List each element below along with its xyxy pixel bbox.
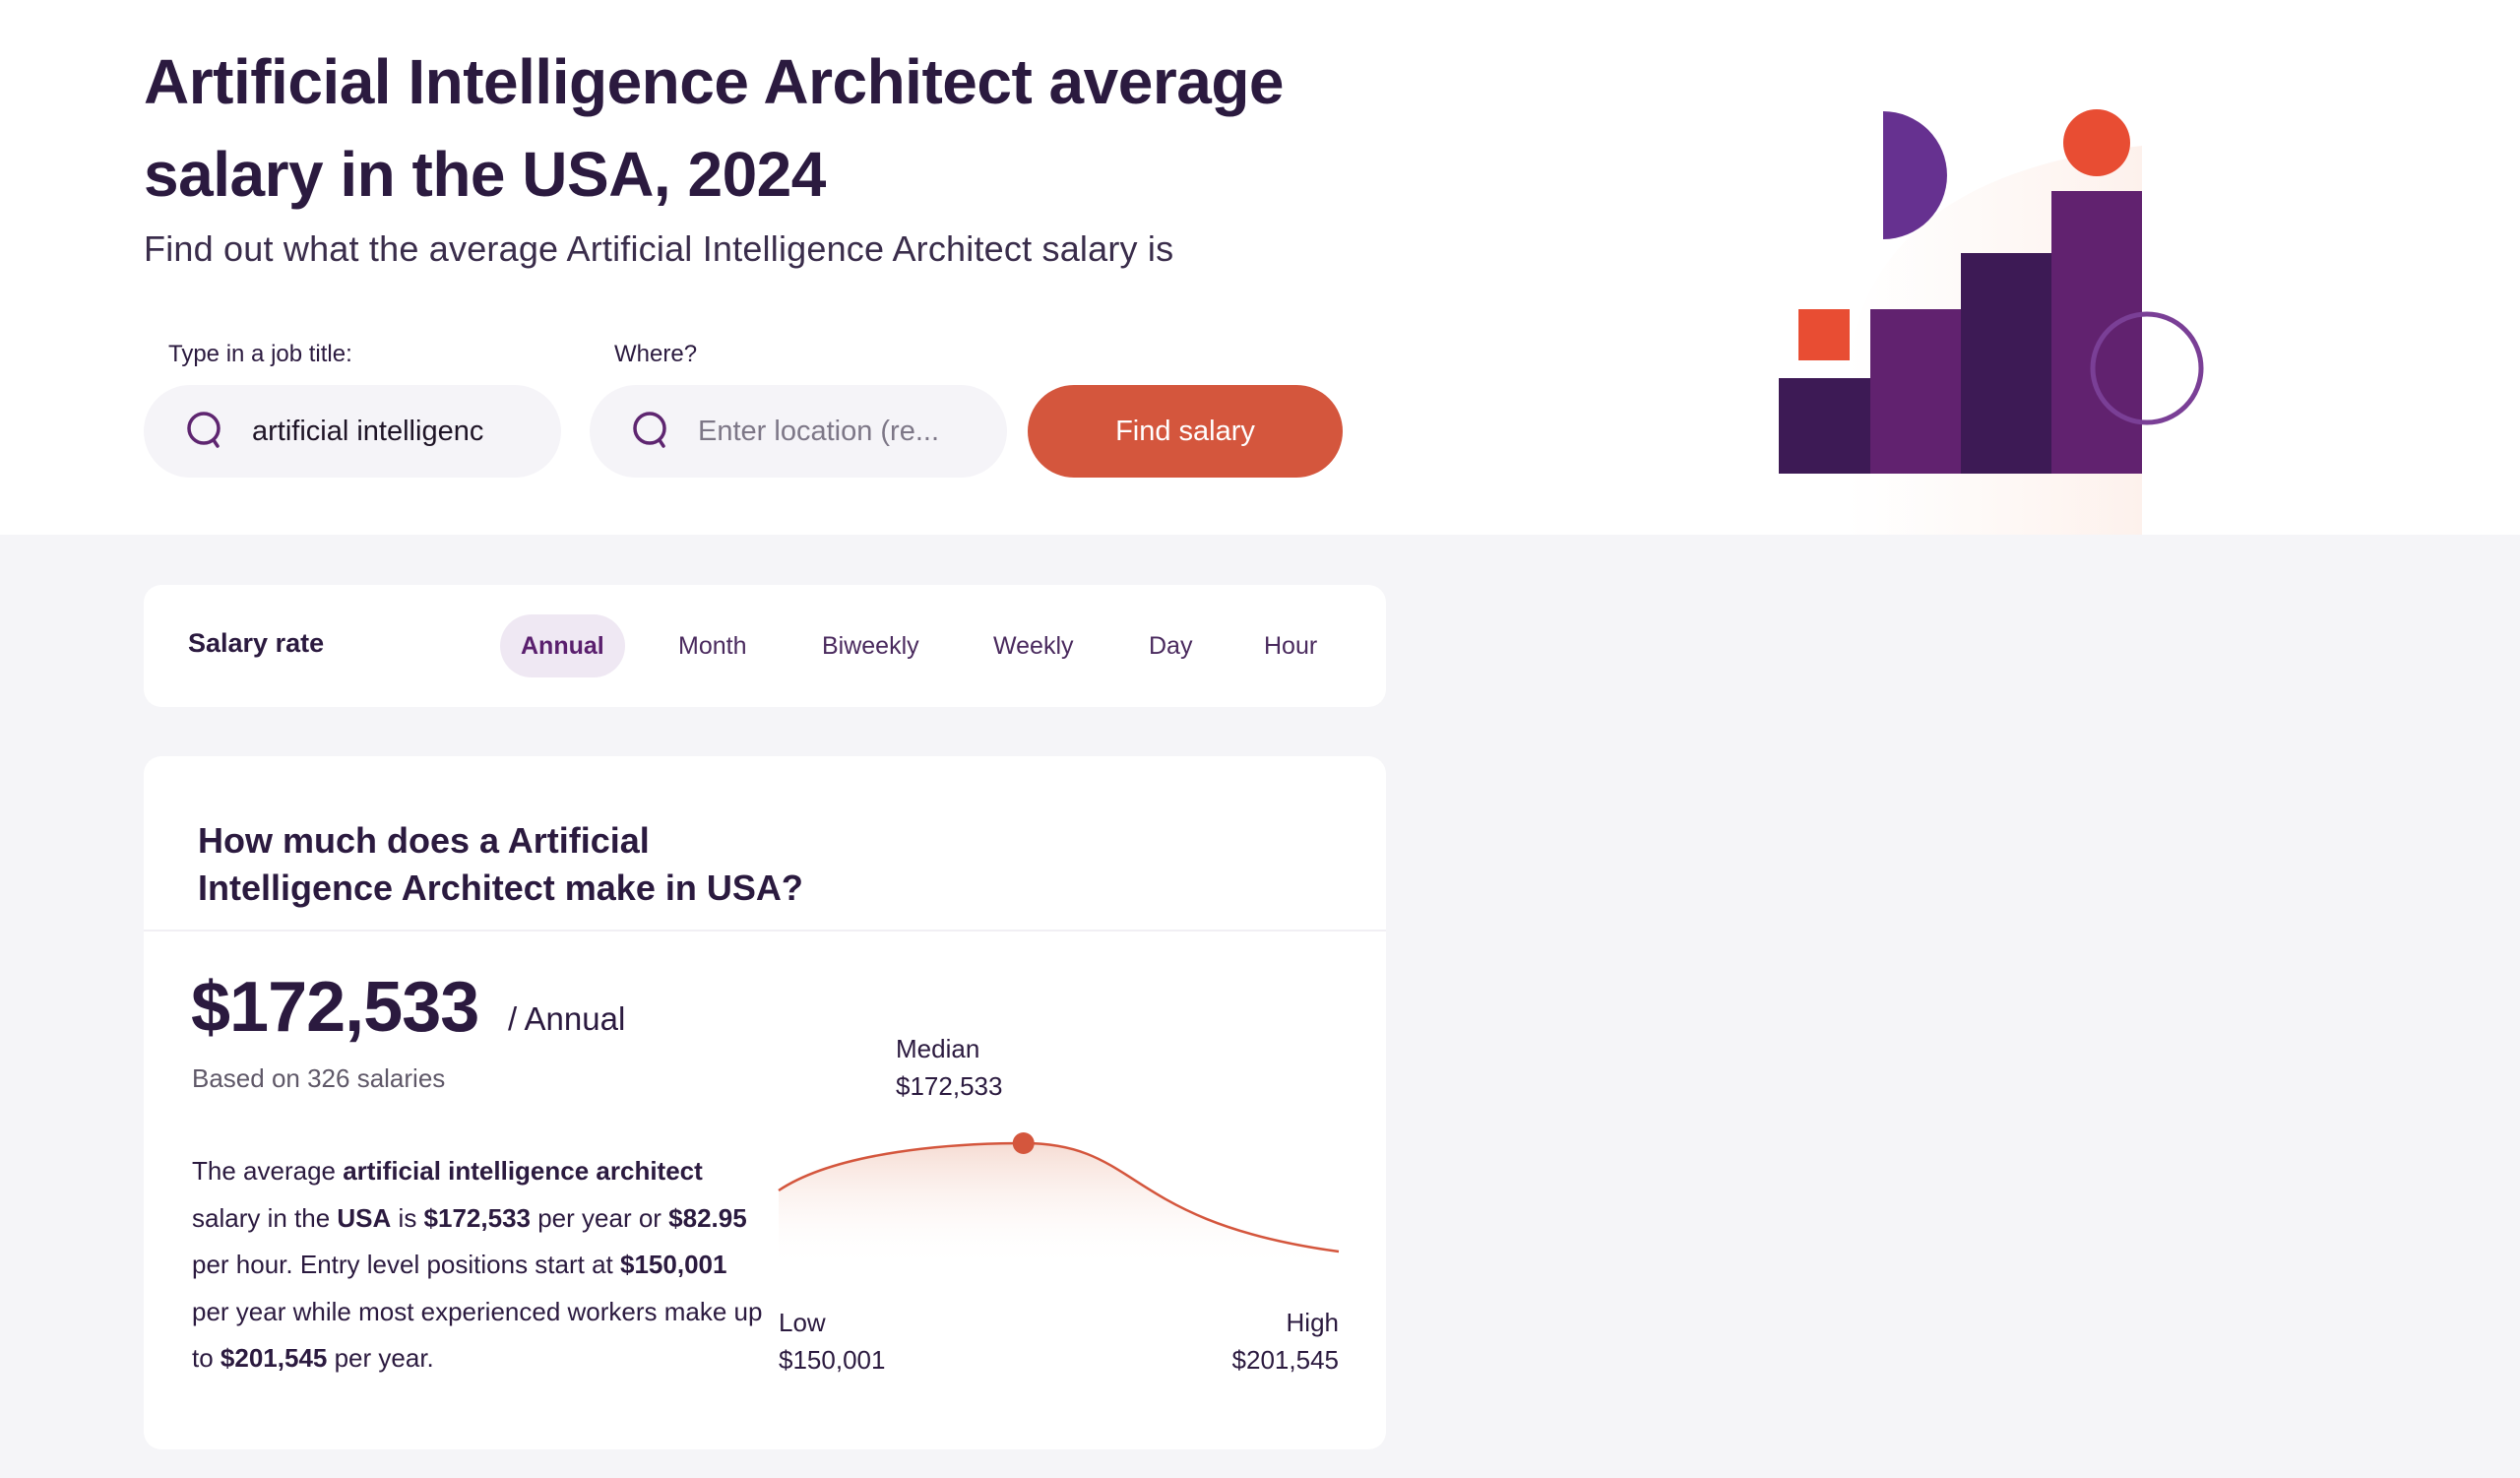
high-label: High $201,545 bbox=[1232, 1304, 1339, 1379]
high-value: $201,545 bbox=[1231, 1345, 1339, 1375]
tab-hour[interactable]: Hour bbox=[1243, 614, 1338, 677]
divider bbox=[144, 930, 1386, 932]
tab-day[interactable]: Day bbox=[1128, 614, 1213, 677]
median-marker bbox=[1012, 1132, 1035, 1154]
bar-3 bbox=[1961, 253, 2051, 474]
salary-rate-label: Salary rate bbox=[188, 628, 325, 658]
tab-biweekly[interactable]: Biweekly bbox=[801, 614, 940, 677]
page-subtitle: Find out what the average Artificial Int… bbox=[144, 228, 1174, 269]
salary-rate-card: Salary rate Annual Month Biweekly Weekly… bbox=[144, 585, 1386, 707]
search-icon bbox=[187, 412, 220, 448]
orange-square-shape bbox=[1798, 309, 1850, 360]
distribution-area bbox=[779, 1143, 1339, 1268]
high-label-text: High bbox=[1286, 1308, 1339, 1337]
tab-annual[interactable]: Annual bbox=[500, 614, 625, 677]
job-title-value[interactable]: artificial intelligenc bbox=[252, 416, 508, 448]
median-label-text: Median bbox=[896, 1034, 980, 1063]
salary-period: / Annual bbox=[508, 1000, 626, 1037]
summary-heading-line2: Intelligence Architect make in USA? bbox=[198, 868, 803, 908]
average-salary: $172,533 bbox=[191, 968, 479, 1047]
job-title-label: Type in a job title: bbox=[168, 341, 352, 367]
median-value: $172,533 bbox=[896, 1071, 1003, 1101]
low-label: Low $150,001 bbox=[779, 1304, 885, 1379]
median-label: Median $172,533 bbox=[896, 1030, 1002, 1105]
job-title-input[interactable]: artificial intelligenc bbox=[144, 385, 561, 478]
summary-heading: How much does a Artificial Intelligence … bbox=[198, 817, 907, 912]
tab-weekly[interactable]: Weekly bbox=[973, 614, 1095, 677]
location-label: Where? bbox=[614, 341, 698, 367]
sample-size: Based on 326 salaries bbox=[192, 1063, 446, 1093]
low-label-text: Low bbox=[779, 1308, 826, 1337]
summary-heading-line1: How much does a Artificial bbox=[198, 820, 650, 861]
salary-description: The average artificial intelligence arch… bbox=[192, 1156, 763, 1373]
orange-circle-shape bbox=[2063, 109, 2130, 176]
salary-summary-card: How much does a Artificial Intelligence … bbox=[144, 756, 1386, 1449]
location-placeholder[interactable]: Enter location (re... bbox=[698, 416, 954, 448]
hero-illustration bbox=[1779, 109, 2204, 535]
bar-4 bbox=[2051, 191, 2142, 474]
bar-1 bbox=[1779, 378, 1870, 474]
find-salary-button[interactable]: Find salary bbox=[1028, 385, 1343, 478]
hero-section: Artificial Intelligence Architect averag… bbox=[0, 0, 2520, 535]
distribution-line bbox=[778, 1141, 1340, 1253]
location-input[interactable]: Enter location (re... bbox=[590, 385, 1007, 478]
bar-2 bbox=[1870, 309, 1961, 474]
low-value: $150,001 bbox=[779, 1345, 886, 1375]
search-icon bbox=[633, 412, 666, 448]
tab-month[interactable]: Month bbox=[658, 614, 767, 677]
page-title: Artificial Intelligence Architect averag… bbox=[144, 46, 1285, 210]
